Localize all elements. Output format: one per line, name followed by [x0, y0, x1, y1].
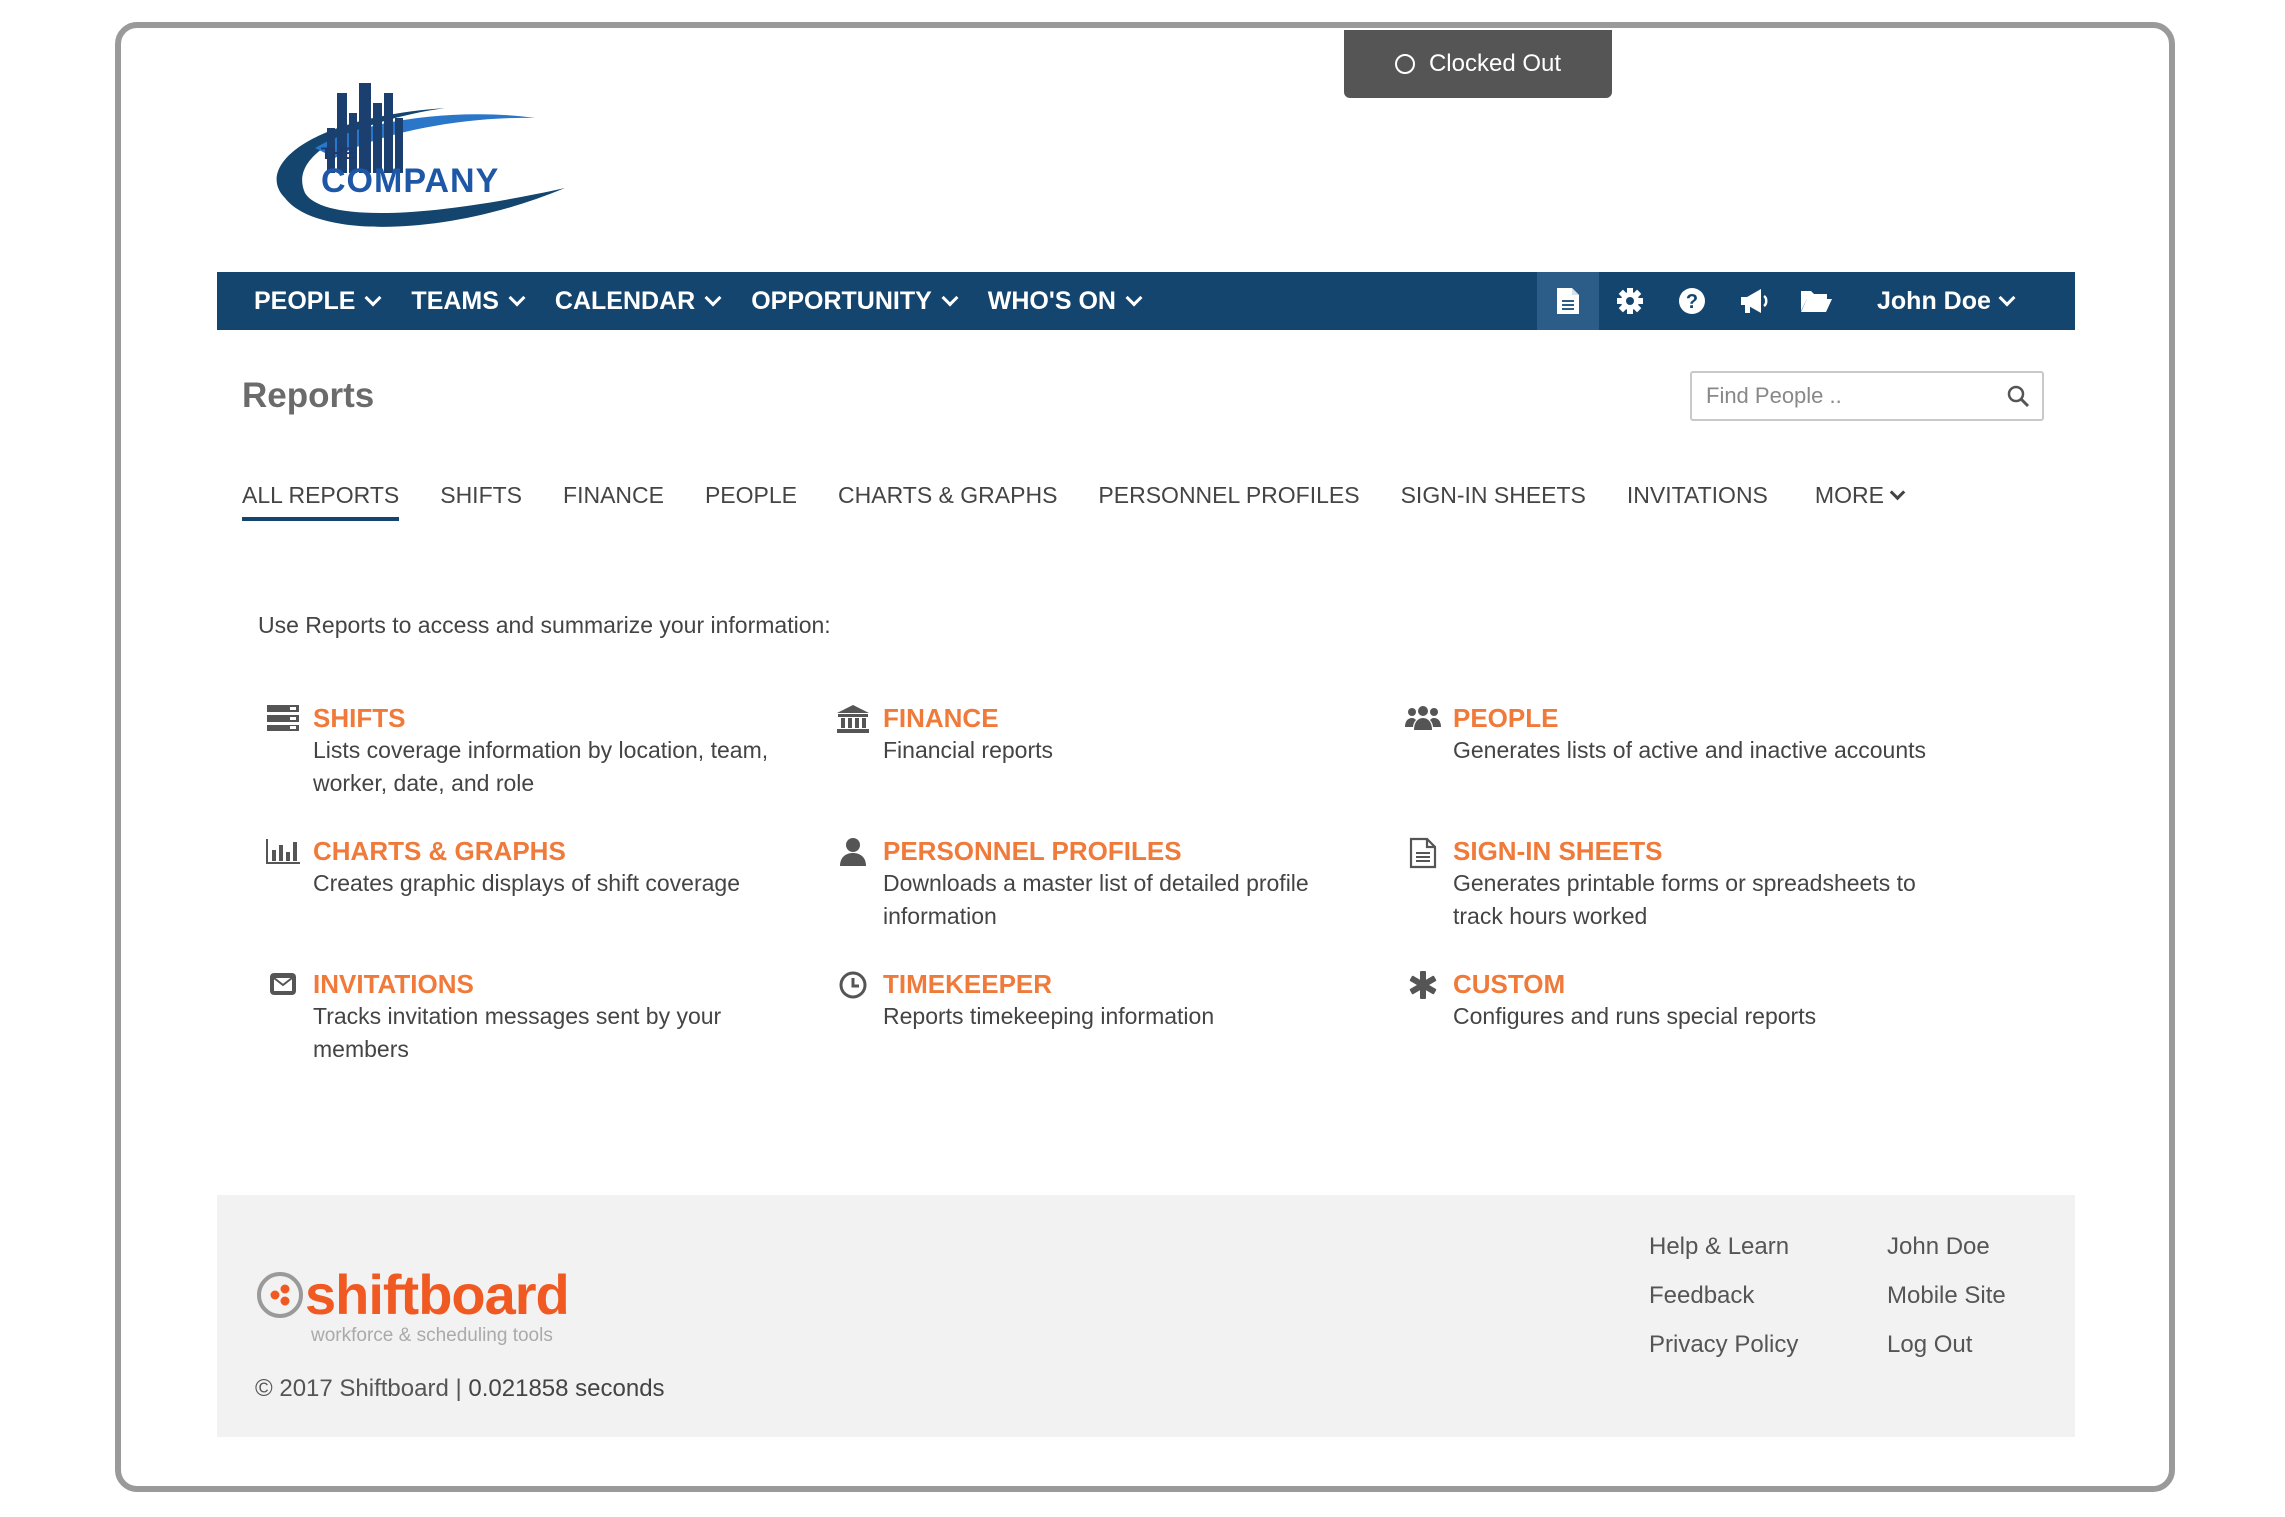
chevron-down-icon [941, 289, 959, 307]
report-desc-finance: Financial reports [883, 737, 1054, 763]
footer-link-feedback[interactable]: Feedback [1649, 1282, 1754, 1310]
company-logo[interactable]: THE COMPANY [245, 78, 565, 238]
folder-icon[interactable] [1785, 272, 1847, 330]
intro-text: Use Reports to access and summarize your… [258, 612, 831, 638]
sheet-icon [1403, 835, 1443, 869]
report-desc-custom: Configures and runs special reports [1453, 1003, 1817, 1029]
chevron-down-icon [1998, 289, 2016, 307]
report-title-timekeeper[interactable]: TIMEKEEPER [883, 968, 1383, 1000]
tab-more[interactable]: MORE [1814, 482, 1906, 509]
report-personnel-profiles: PERSONNEL PROFILES Downloads a master lis… [833, 835, 1383, 933]
report-desc-sign-in-sheets: Generates printable forms or spreadsheet… [1453, 870, 1916, 929]
page-footer: shiftboard workforce & scheduling tools … [217, 1195, 2075, 1437]
chevron-down-icon [364, 289, 382, 307]
user-name: John Doe [1877, 286, 1991, 315]
tab-sign-in-sheets[interactable]: SIGN-IN SHEETS [1401, 482, 1586, 517]
logo-the-text: THE [321, 144, 355, 163]
help-icon[interactable]: ? [1661, 272, 1723, 330]
document-icon[interactable] [1537, 272, 1599, 330]
report-sign-in-sheets: SIGN-IN SHEETS Generates printable forms … [1403, 835, 1953, 933]
find-people-input[interactable] [1704, 382, 2006, 410]
report-title-shifts[interactable]: SHIFTS [313, 702, 813, 734]
nav-people[interactable]: PEOPLE [254, 286, 382, 316]
report-title-charts-graphs[interactable]: CHARTS & GRAPHS [313, 835, 813, 867]
shifts-icon [263, 702, 303, 736]
user-icon [833, 835, 873, 869]
user-menu[interactable]: John Doe [1877, 286, 2016, 316]
report-title-sign-in-sheets[interactable]: SIGN-IN SHEETS [1453, 835, 1953, 867]
asterisk-icon [1403, 968, 1443, 1002]
report-invitations: INVITATIONS Tracks invitation messages se… [263, 968, 813, 1066]
nav-opportunity-label: OPPORTUNITY [751, 286, 932, 315]
report-desc-personnel-profiles: Downloads a master list of detailed prof… [883, 870, 1309, 929]
footer-link-mobile-site[interactable]: Mobile Site [1887, 1282, 2006, 1310]
report-desc-invitations: Tracks invitation messages sent by your … [313, 1003, 722, 1062]
chevron-down-icon [508, 289, 526, 307]
report-title-custom[interactable]: CUSTOM [1453, 968, 1953, 1000]
report-charts-graphs: CHARTS & GRAPHS Creates graphic displays … [263, 835, 813, 900]
clock-status-label: Clocked Out [1428, 50, 1562, 77]
nav-teams-label: TEAMS [411, 286, 499, 315]
nav-teams[interactable]: TEAMS [411, 286, 526, 316]
tab-more-label: MORE [1814, 482, 1884, 508]
report-finance: FINANCE Financial reports [833, 702, 1383, 767]
nav-calendar[interactable]: CALENDAR [554, 286, 722, 316]
footer-copyright: © 2017 Shiftboard | 0.021858 seconds [255, 1375, 665, 1403]
clock-status-button[interactable]: Clocked Out [1344, 30, 1612, 98]
report-people: PEOPLE Generates lists of active and inac… [1403, 702, 1953, 767]
nav-whos-on[interactable]: WHO'S ON [987, 286, 1143, 316]
tab-charts-graphs[interactable]: CHARTS & GRAPHS [838, 482, 1057, 517]
clock-icon [833, 968, 873, 1002]
svg-text:?: ? [1686, 291, 1698, 313]
shiftboard-tagline: workforce & scheduling tools [311, 1325, 553, 1346]
bar-chart-icon [263, 835, 303, 869]
main-navbar: PEOPLE TEAMS CALENDAR OPPORTUNITY WHO'S … [217, 272, 2075, 330]
tab-invitations[interactable]: INVITATIONS [1627, 482, 1768, 517]
nav-calendar-label: CALENDAR [554, 286, 696, 315]
envelope-icon [263, 968, 303, 1002]
company-logo-graphic [276, 83, 565, 227]
report-shifts: SHIFTS Lists coverage information by loca… [263, 702, 813, 800]
report-desc-charts-graphs: Creates graphic displays of shift covera… [313, 870, 740, 896]
chevron-down-icon [1889, 484, 1906, 501]
tab-finance[interactable]: FINANCE [563, 482, 664, 517]
shiftboard-logo[interactable]: shiftboard workforce & scheduling tools [255, 1263, 570, 1346]
report-tabs: ALL REPORTS SHIFTS FINANCE PEOPLE CHARTS… [242, 482, 1906, 521]
footer-link-user[interactable]: John Doe [1887, 1233, 1990, 1261]
nav-whos-on-label: WHO'S ON [987, 286, 1116, 315]
tab-all-reports[interactable]: ALL REPORTS [242, 482, 400, 521]
footer-link-help-learn[interactable]: Help & Learn [1649, 1233, 1789, 1261]
tab-personnel-profiles[interactable]: PERSONNEL PROFILES [1098, 482, 1359, 517]
report-title-finance[interactable]: FINANCE [883, 702, 1383, 734]
footer-link-log-out[interactable]: Log Out [1887, 1331, 1972, 1359]
bank-icon [833, 702, 873, 736]
chevron-down-icon [1125, 289, 1143, 307]
shiftboard-wordmark: shiftboard [305, 1263, 570, 1326]
report-title-people[interactable]: PEOPLE [1453, 702, 1953, 734]
report-desc-shifts: Lists coverage information by location, … [313, 737, 769, 796]
report-title-invitations[interactable]: INVITATIONS [313, 968, 813, 1000]
copyright-text: © 2017 Shiftboard | [255, 1375, 462, 1402]
chevron-down-icon [704, 289, 722, 307]
report-custom: CUSTOM Configures and runs special report… [1403, 968, 1953, 1033]
nav-opportunity[interactable]: OPPORTUNITY [751, 286, 959, 316]
report-desc-timekeeper: Reports timekeeping information [883, 1003, 1215, 1029]
search-icon[interactable] [2006, 384, 2030, 408]
shiftboard-logo-icon [257, 1272, 303, 1318]
report-timekeeper: TIMEKEEPER Reports timekeeping informatio… [833, 968, 1383, 1033]
gear-icon[interactable] [1599, 272, 1661, 330]
tab-shifts[interactable]: SHIFTS [440, 482, 522, 517]
page-title: Reports [242, 376, 375, 415]
nav-people-label: PEOPLE [254, 286, 356, 315]
group-icon [1403, 702, 1443, 736]
report-desc-people: Generates lists of active and inactive a… [1453, 737, 1927, 763]
megaphone-icon[interactable] [1723, 272, 1785, 330]
report-title-personnel-profiles[interactable]: PERSONNEL PROFILES [883, 835, 1383, 867]
logo-company-text: COMPANY [321, 162, 500, 200]
tab-people[interactable]: PEOPLE [705, 482, 797, 517]
search-box[interactable] [1690, 371, 2044, 421]
render-time: 0.021858 seconds [468, 1375, 665, 1402]
footer-link-privacy-policy[interactable]: Privacy Policy [1649, 1331, 1798, 1359]
clock-circle-icon [1394, 54, 1415, 74]
